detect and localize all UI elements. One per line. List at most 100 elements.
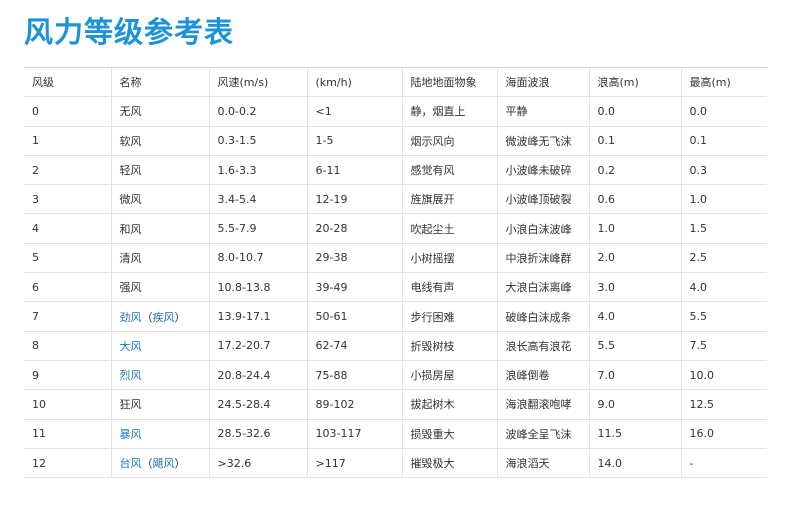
wind-name: 软风 xyxy=(119,134,142,148)
cell-wave: 5.5 xyxy=(588,330,681,361)
cell-max: 0.3 xyxy=(680,154,767,185)
wind-name: 和风 xyxy=(119,222,142,236)
cell-wave: 2.0 xyxy=(588,242,681,273)
cell-name: 无风 xyxy=(110,96,209,127)
cell-land: 步行困难 xyxy=(401,301,497,332)
cell-land: 旌旗展开 xyxy=(401,184,497,214)
cell-speed-ms: 0.3-1.5 xyxy=(208,125,307,156)
cell-name: 轻风 xyxy=(110,154,209,185)
table-row: 10 狂风 24.5-28.4 89-102 拔起树木 海浪翻滚咆哮 9.0 12.5 xyxy=(24,389,767,420)
header-sea: 海面波浪 xyxy=(496,66,589,97)
cell-sea: 小浪白沫波峰 xyxy=(496,213,589,244)
wind-name-link[interactable]: 台风 xyxy=(120,457,142,470)
cell-max: 12.5 xyxy=(680,389,767,420)
cell-sea: 中浪折沫峰群 xyxy=(496,242,589,273)
cell-name: 和风 xyxy=(110,213,209,244)
cell-max: 1.0 xyxy=(680,184,767,214)
cell-sea: 平静 xyxy=(496,96,589,127)
cell-speed-kmh: 29-38 xyxy=(306,242,402,273)
cell-speed-kmh: 50-61 xyxy=(306,301,402,332)
header-land: 陆地地面物象 xyxy=(401,66,497,97)
cell-name: 暴风 xyxy=(110,418,209,449)
cell-land: 吹起尘土 xyxy=(401,213,497,244)
header-level: 风级 xyxy=(24,66,111,97)
cell-speed-ms: 3.4-5.4 xyxy=(208,184,307,214)
cell-wave: 0.0 xyxy=(588,96,681,127)
cell-speed-kmh: 62-74 xyxy=(306,330,402,361)
cell-wave: 3.0 xyxy=(588,272,681,302)
cell-speed-ms: 5.5-7.9 xyxy=(208,213,307,244)
cell-name: 软风 xyxy=(110,125,209,156)
paren-close: ） xyxy=(174,457,186,470)
cell-max: 10.0 xyxy=(680,359,767,390)
wind-alt-name-link[interactable]: 飓风 xyxy=(153,457,175,470)
cell-level: 12 xyxy=(24,447,111,479)
cell-max: 7.5 xyxy=(680,330,767,361)
paren-close: ） xyxy=(174,310,186,324)
cell-speed-ms: 0.0-0.2 xyxy=(208,96,307,127)
cell-level: 3 xyxy=(24,184,111,214)
table-row: 1 软风 0.3-1.5 1-5 烟示风向 微波峰无飞沫 0.1 0.1 xyxy=(24,125,767,156)
cell-wave: 0.2 xyxy=(588,154,681,185)
wind-alt-name-link[interactable]: 疾风 xyxy=(153,311,175,324)
cell-name: 烈风 xyxy=(110,359,209,390)
cell-speed-kmh: 103-117 xyxy=(306,418,402,449)
cell-speed-ms: 10.8-13.8 xyxy=(208,272,307,302)
cell-sea: 小波峰顶破裂 xyxy=(496,184,589,214)
cell-max: 0.0 xyxy=(680,96,767,127)
wind-name-link[interactable]: 劲风 xyxy=(120,311,142,324)
cell-land: 小树摇摆 xyxy=(401,242,497,273)
cell-speed-ms: 8.0-10.7 xyxy=(208,242,307,273)
table-row: 3 微风 3.4-5.4 12-19 旌旗展开 小波峰顶破裂 0.6 1.0 xyxy=(24,184,767,214)
cell-name: 大风 xyxy=(110,330,209,361)
cell-name: 狂风 xyxy=(110,389,209,420)
header-name: 名称 xyxy=(110,66,209,97)
cell-sea: 微波峰无飞沫 xyxy=(496,125,589,156)
header-wave: 浪高(m) xyxy=(588,66,681,97)
cell-land: 损毁重大 xyxy=(401,418,497,449)
cell-speed-ms: 13.9-17.1 xyxy=(208,301,307,332)
cell-wave: 9.0 xyxy=(588,389,681,420)
wind-name: 狂风 xyxy=(119,398,142,412)
cell-level: 8 xyxy=(24,330,111,361)
wind-name-link[interactable]: 烈风 xyxy=(120,369,142,382)
wind-name: 微风 xyxy=(119,193,142,207)
table-row: 0 无风 0.0-0.2 <1 静，烟直上 平静 0.0 0.0 xyxy=(24,96,767,127)
cell-speed-kmh: 12-19 xyxy=(306,184,402,214)
cell-wave: 14.0 xyxy=(588,447,681,479)
header-speed-ms: 风速(m/s) xyxy=(208,66,307,97)
cell-sea: 浪长高有浪花 xyxy=(496,330,589,361)
cell-level: 4 xyxy=(24,213,111,244)
table-row: 2 轻风 1.6-3.3 6-11 感觉有风 小波峰未破碎 0.2 0.3 xyxy=(24,154,767,185)
cell-speed-ms: 24.5-28.4 xyxy=(208,389,307,420)
cell-name: 强风 xyxy=(110,272,209,302)
cell-speed-ms: 1.6-3.3 xyxy=(208,154,307,185)
cell-sea: 海浪翻滚咆哮 xyxy=(496,389,589,420)
table-header-row: 风级 名称 风速(m/s) (km/h) 陆地地面物象 海面波浪 浪高(m) 最… xyxy=(24,66,767,97)
cell-wave: 4.0 xyxy=(588,301,681,332)
cell-level: 7 xyxy=(24,301,111,332)
wind-name: 无风 xyxy=(119,105,142,119)
cell-max: 16.0 xyxy=(680,418,767,449)
table-row: 9 烈风 20.8-24.4 75-88 小损房屋 浪峰倒卷 7.0 10.0 xyxy=(24,359,767,390)
cell-name: 清风 xyxy=(110,242,209,273)
cell-wave: 0.6 xyxy=(588,184,681,214)
table-row: 12 台风（飓风） >32.6 >117 摧毁极大 海浪滔天 14.0- xyxy=(24,447,767,479)
cell-speed-ms: 17.2-20.7 xyxy=(208,330,307,361)
paren-open: （ xyxy=(141,457,153,470)
page-title: 风力等级参考表 xyxy=(24,15,235,49)
cell-wave: 11.5 xyxy=(588,418,681,449)
cell-sea: 浪峰倒卷 xyxy=(496,359,589,390)
wind-name-link[interactable]: 暴风 xyxy=(120,428,142,441)
cell-sea: 大浪白沫离峰 xyxy=(496,272,589,302)
cell-max: - xyxy=(680,447,767,479)
cell-level: 2 xyxy=(24,154,111,185)
cell-wave: 0.1 xyxy=(588,125,681,156)
wind-name-link[interactable]: 大风 xyxy=(120,340,142,353)
cell-speed-kmh: >117 xyxy=(306,447,402,479)
table-body: 0 无风 0.0-0.2 <1 静，烟直上 平静 0.0 0.0 1 软风 0.3-1.5 1-5 烟示… xyxy=(24,96,767,479)
cell-level: 5 xyxy=(24,242,111,273)
cell-name: 劲风（疾风） xyxy=(110,301,209,332)
cell-speed-kmh: 39-49 xyxy=(306,272,402,302)
cell-speed-kmh: 75-88 xyxy=(306,359,402,390)
